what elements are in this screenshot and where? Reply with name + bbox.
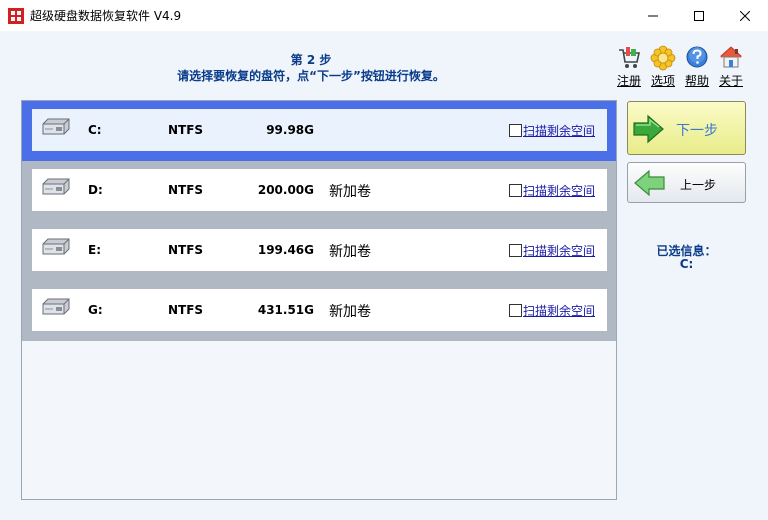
drive-letter: D:	[88, 183, 103, 197]
about-tool[interactable]: 关于	[716, 45, 746, 89]
drive-letter: E:	[88, 243, 101, 257]
drive-item: D: NTFS 200.00G 新加卷 扫描剩余空间	[32, 169, 607, 211]
drive-size: 99.98G	[266, 123, 314, 137]
next-step-button[interactable]: 下一步	[627, 101, 746, 155]
drive-letter: G:	[88, 303, 103, 317]
drive-row-d[interactable]: D: NTFS 200.00G 新加卷 扫描剩余空间	[22, 161, 616, 221]
drive-volume-label: 新加卷	[329, 244, 371, 260]
minimize-icon	[648, 15, 658, 16]
close-button[interactable]	[722, 0, 768, 31]
hard-drive-icon	[42, 238, 70, 255]
help-icon	[686, 46, 708, 68]
scan-free-space-label[interactable]: 扫描剩余空间	[523, 302, 595, 319]
previous-step-button[interactable]: 上一步	[627, 162, 746, 203]
step-title: 第 2 步	[290, 53, 332, 67]
drive-row-e[interactable]: E: NTFS 199.46G 新加卷 扫描剩余空间	[22, 221, 616, 281]
drive-row-g[interactable]: G: NTFS 431.51G 新加卷 扫描剩余空间	[22, 281, 616, 341]
hard-drive-icon	[42, 118, 70, 135]
close-icon	[740, 10, 750, 21]
help-tool[interactable]: 帮助	[682, 45, 712, 89]
scan-free-space-label[interactable]: 扫描剩余空间	[523, 182, 595, 199]
arrow-left-icon	[634, 169, 665, 197]
drive-list: C: NTFS 99.98G 扫描剩余空间 D: NTFS 200.00G 新加…	[21, 100, 617, 500]
drive-row-c[interactable]: C: NTFS 99.98G 扫描剩余空间	[22, 101, 616, 161]
title-bar: 超级硬盘数据恢复软件 V4.9	[0, 0, 768, 31]
home-icon	[720, 46, 742, 68]
window-title: 超级硬盘数据恢复软件 V4.9	[30, 9, 182, 23]
drive-filesystem: NTFS	[168, 303, 204, 317]
help-label: 帮助	[684, 74, 709, 88]
drive-filesystem: NTFS	[168, 243, 204, 257]
scan-free-space-checkbox[interactable]	[509, 184, 522, 197]
maximize-button[interactable]	[676, 0, 722, 31]
scan-free-space-label[interactable]: 扫描剩余空间	[523, 122, 595, 139]
drive-size: 199.46G	[257, 243, 314, 257]
drive-item: E: NTFS 199.46G 新加卷 扫描剩余空间	[32, 229, 607, 271]
selected-info-value: C:	[679, 257, 694, 271]
scan-free-space-label[interactable]: 扫描剩余空间	[523, 242, 595, 259]
scan-free-space-option[interactable]: 扫描剩余空间	[509, 182, 595, 199]
minimize-button[interactable]	[630, 0, 676, 31]
options-label: 选项	[650, 74, 675, 88]
main-window: 第 2 步 请选择要恢复的盘符，点“下一步”按钮进行恢复。 注册 选项 帮助 关…	[0, 31, 768, 520]
app-logo-icon	[8, 8, 24, 24]
drive-filesystem: NTFS	[168, 123, 204, 137]
drive-volume-label: 新加卷	[329, 184, 371, 200]
options-tool[interactable]: 选项	[648, 45, 678, 89]
drive-letter: C:	[88, 123, 102, 137]
previous-step-label: 上一步	[680, 178, 717, 192]
scan-free-space-checkbox[interactable]	[509, 124, 522, 137]
drive-item: G: NTFS 431.51G 新加卷 扫描剩余空间	[32, 289, 607, 331]
about-label: 关于	[718, 74, 743, 88]
drive-size: 200.00G	[257, 183, 314, 197]
maximize-icon	[694, 10, 704, 21]
scan-free-space-checkbox[interactable]	[509, 304, 522, 317]
arrow-right-icon	[633, 114, 664, 144]
flower-gear-icon	[650, 45, 676, 71]
step-instruction: 请选择要恢复的盘符，点“下一步”按钮进行恢复。	[177, 69, 445, 83]
hard-drive-icon	[42, 298, 70, 315]
drive-item: C: NTFS 99.98G 扫描剩余空间	[32, 109, 607, 151]
drive-filesystem: NTFS	[168, 183, 204, 197]
hard-drive-icon	[42, 178, 70, 195]
register-tool[interactable]: 注册	[614, 45, 644, 89]
selected-info: 已选信息： C:	[627, 245, 746, 271]
next-step-label: 下一步	[676, 123, 718, 139]
scan-free-space-option[interactable]: 扫描剩余空间	[509, 122, 595, 139]
register-label: 注册	[616, 74, 641, 88]
drive-size: 431.51G	[257, 303, 314, 317]
scan-free-space-checkbox[interactable]	[509, 244, 522, 257]
scan-free-space-option[interactable]: 扫描剩余空间	[509, 302, 595, 319]
drive-volume-label: 新加卷	[329, 304, 371, 320]
scan-free-space-option[interactable]: 扫描剩余空间	[509, 242, 595, 259]
cart-icon	[619, 47, 640, 68]
